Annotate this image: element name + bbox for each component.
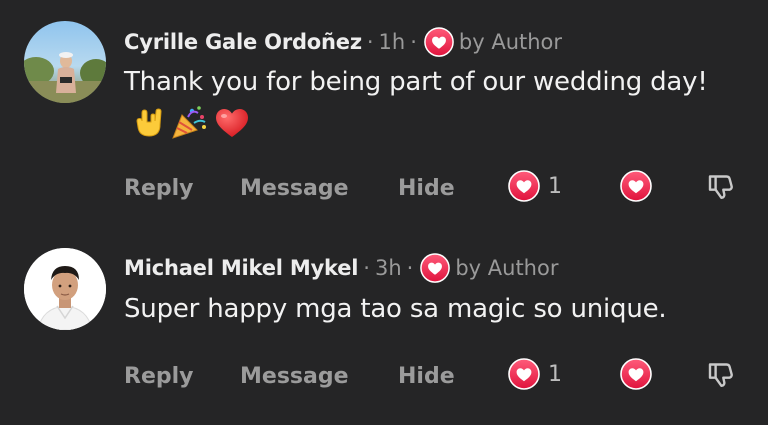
heart-icon xyxy=(420,253,450,283)
heart-icon xyxy=(424,27,454,57)
comment-text: Super happy mga tao sa magic so unique. xyxy=(124,294,667,324)
love-react-button[interactable] xyxy=(620,170,652,206)
dislike-button[interactable] xyxy=(704,358,736,394)
heart-icon xyxy=(620,358,652,390)
comment-time[interactable]: 1h xyxy=(379,30,406,54)
comment-header: Michael Mikel Mykel · 3h · by Author xyxy=(124,253,558,283)
thumbs-down-icon xyxy=(704,358,736,390)
heart-icon xyxy=(620,170,652,202)
separator-dot: · xyxy=(366,30,374,54)
avatar-image xyxy=(24,248,106,330)
author-name[interactable]: Cyrille Gale Ordoñez xyxy=(124,30,362,54)
author-name[interactable]: Michael Mikel Mykel xyxy=(124,256,358,280)
reply-button[interactable]: Reply xyxy=(124,364,194,389)
liked-by-author: by Author xyxy=(458,30,563,54)
dislike-button[interactable] xyxy=(704,170,736,206)
love-you-gesture-emoji xyxy=(136,107,162,137)
separator-dot: · xyxy=(363,256,370,280)
hide-button[interactable]: Hide xyxy=(398,176,455,201)
comment-2: Michael Mikel Mykel · 3h · by Author Sup… xyxy=(0,215,768,425)
avatar[interactable] xyxy=(24,248,106,330)
separator-dot: · xyxy=(406,256,414,280)
thumbs-down-icon xyxy=(704,170,736,202)
comment-text-block: Super happy mga tao sa magic so unique. xyxy=(124,289,744,329)
comment-text: Thank you for being part of our wedding … xyxy=(124,67,708,97)
message-button[interactable]: Message xyxy=(240,176,349,201)
avatar[interactable] xyxy=(24,21,106,103)
reaction-count-button[interactable]: 1 xyxy=(508,170,562,202)
reaction-count: 1 xyxy=(548,173,562,199)
red-heart-emoji xyxy=(216,108,248,137)
liked-by-author: by Author xyxy=(455,256,559,280)
love-react-button[interactable] xyxy=(620,358,652,394)
comment-actions: Reply Message Hide 1 xyxy=(124,168,744,208)
avatar-image xyxy=(24,21,106,103)
comment-1: Cyrille Gale Ordoñez · 1h · by Author Th… xyxy=(0,0,768,215)
hide-button[interactable]: Hide xyxy=(398,364,455,389)
reaction-count-button[interactable]: 1 xyxy=(508,358,562,390)
comment-header: Cyrille Gale Ordoñez · 1h · by Author xyxy=(124,27,562,57)
comment-text-block: Thank you for being part of our wedding … xyxy=(124,62,724,142)
reply-button[interactable]: Reply xyxy=(124,176,194,201)
comment-time[interactable]: 3h xyxy=(375,256,402,280)
party-popper-emoji xyxy=(172,105,206,139)
comment-actions: Reply Message Hide 1 xyxy=(124,356,744,396)
heart-icon xyxy=(508,358,540,390)
message-button[interactable]: Message xyxy=(240,364,349,389)
reaction-count: 1 xyxy=(548,361,562,387)
heart-icon xyxy=(508,170,540,202)
emoji-row xyxy=(134,105,250,141)
separator-dot: · xyxy=(410,30,417,54)
